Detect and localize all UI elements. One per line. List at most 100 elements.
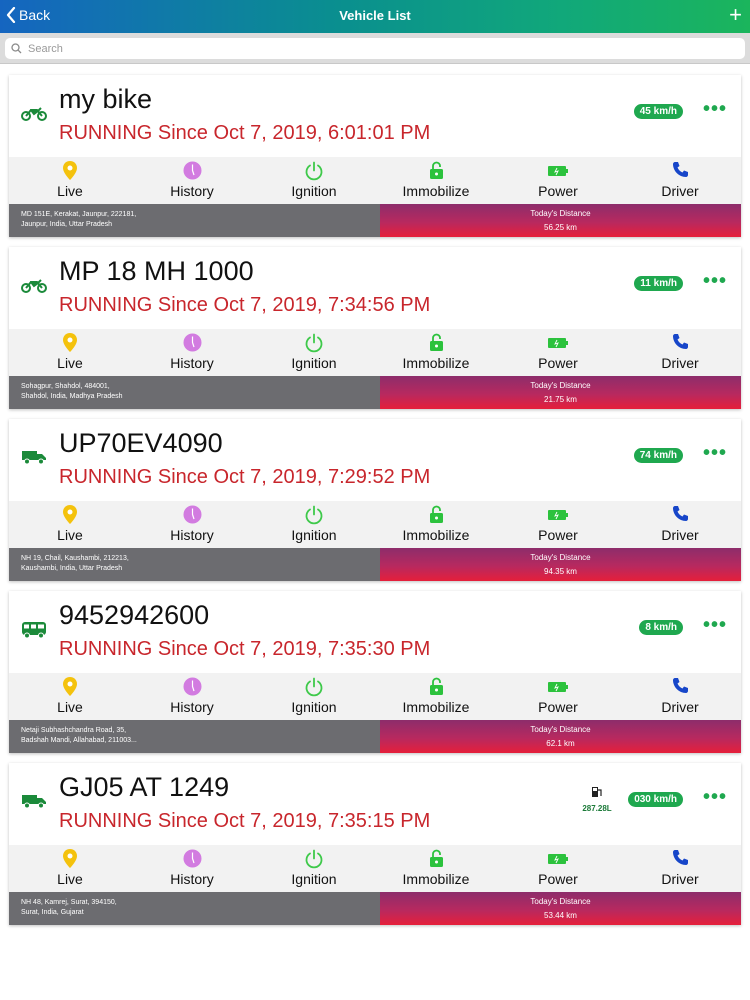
speed-badge: 030 km/h	[628, 792, 683, 807]
action-ignition[interactable]: Ignition	[253, 501, 375, 548]
action-power[interactable]: Power	[497, 157, 619, 204]
location-pin-icon	[63, 161, 77, 180]
action-power[interactable]: Power	[497, 845, 619, 892]
action-immobilize[interactable]: Immobilize	[375, 501, 497, 548]
history-clock-icon	[183, 505, 201, 524]
vehicle-status: RUNNING Since Oct 7, 2019, 7:34:56 PM	[59, 294, 431, 316]
battery-icon	[548, 854, 568, 864]
battery-icon	[548, 338, 568, 348]
battery-icon	[548, 510, 568, 520]
action-immobilize[interactable]: Immobilize	[375, 845, 497, 892]
action-live[interactable]: Live	[9, 673, 131, 720]
todays-distance: Today's Distance 56.25 km	[380, 204, 741, 237]
action-immobilize[interactable]: Immobilize	[375, 157, 497, 204]
vehicle-address: Netaji Subhashchandra Road, 35, Badshah …	[9, 720, 380, 753]
speed-badge: 11 km/h	[634, 276, 683, 291]
action-ignition[interactable]: Ignition	[253, 673, 375, 720]
action-label: Driver	[661, 699, 699, 715]
vehicle-address: Sohagpur, Shahdol, 484001, Shahdol, Indi…	[9, 376, 380, 409]
action-driver[interactable]: Driver	[619, 673, 741, 720]
phone-icon	[672, 850, 688, 865]
page-title: Vehicle List	[339, 8, 411, 23]
location-pin-icon	[63, 677, 77, 696]
search-icon	[11, 43, 22, 54]
more-options-button[interactable]: •••	[703, 443, 727, 463]
address-line-2: Jaunpur, India, Uttar Pradesh	[21, 221, 113, 228]
more-options-button[interactable]: •••	[703, 271, 727, 291]
action-driver[interactable]: Driver	[619, 329, 741, 376]
action-driver[interactable]: Driver	[619, 501, 741, 548]
speed-badge: 8 km/h	[639, 620, 683, 635]
action-immobilize[interactable]: Immobilize	[375, 329, 497, 376]
vehicle-status: RUNNING Since Oct 7, 2019, 7:35:30 PM	[59, 638, 431, 660]
action-ignition[interactable]: Ignition	[253, 329, 375, 376]
vehicle-card[interactable]: MP 18 MH 1000 RUNNING Since Oct 7, 2019,…	[9, 247, 741, 409]
action-immobilize[interactable]: Immobilize	[375, 673, 497, 720]
action-history[interactable]: History	[131, 157, 253, 204]
action-driver[interactable]: Driver	[619, 845, 741, 892]
action-history[interactable]: History	[131, 673, 253, 720]
action-history[interactable]: History	[131, 329, 253, 376]
action-bar: Live History Ignition Immobilize Power D…	[9, 157, 741, 204]
vehicle-card[interactable]: UP70EV4090 RUNNING Since Oct 7, 2019, 7:…	[9, 419, 741, 581]
action-history[interactable]: History	[131, 501, 253, 548]
action-label: Power	[538, 355, 578, 371]
motorbike-icon	[21, 277, 47, 293]
action-ignition[interactable]: Ignition	[253, 157, 375, 204]
truck-icon	[21, 793, 47, 809]
action-label: History	[170, 183, 214, 199]
action-live[interactable]: Live	[9, 845, 131, 892]
todays-distance: Today's Distance 94.35 km	[380, 548, 741, 581]
action-power[interactable]: Power	[497, 501, 619, 548]
action-history[interactable]: History	[131, 845, 253, 892]
vehicle-name: my bike	[59, 84, 153, 114]
todays-distance: Today's Distance 62.1 km	[380, 720, 741, 753]
card-footer: Netaji Subhashchandra Road, 35, Badshah …	[9, 720, 741, 753]
action-label: Driver	[661, 183, 699, 199]
vehicle-status: RUNNING Since Oct 7, 2019, 6:01:01 PM	[59, 122, 431, 144]
more-dots-icon: •••	[702, 270, 727, 292]
unlock-icon	[429, 161, 443, 179]
power-icon	[305, 161, 323, 181]
action-label: Ignition	[291, 355, 337, 371]
battery-icon	[548, 166, 568, 176]
more-dots-icon: •••	[702, 98, 727, 120]
action-live[interactable]: Live	[9, 157, 131, 204]
vehicle-address: NH 19, Chail, Kaushambi, 212213, Kausham…	[9, 548, 380, 581]
more-dots-icon: •••	[702, 442, 727, 464]
vehicle-card[interactable]: 9452942600 RUNNING Since Oct 7, 2019, 7:…	[9, 591, 741, 753]
more-dots-icon: •••	[702, 786, 727, 808]
more-options-button[interactable]: •••	[703, 787, 727, 807]
address-line-1: NH 19, Chail, Kaushambi, 212213,	[21, 555, 129, 562]
search-box[interactable]	[5, 38, 745, 59]
vehicle-name: 9452942600	[59, 600, 210, 630]
search-input[interactable]	[28, 42, 708, 55]
action-label: Live	[57, 699, 83, 715]
more-options-button[interactable]: •••	[703, 615, 727, 635]
distance-value: 62.1 km	[546, 739, 575, 748]
unlock-icon	[429, 333, 443, 351]
fuel-level: 287.28L	[581, 785, 613, 813]
action-power[interactable]: Power	[497, 329, 619, 376]
action-label: Ignition	[291, 871, 337, 887]
action-driver[interactable]: Driver	[619, 157, 741, 204]
add-vehicle-button[interactable]: +	[729, 4, 742, 26]
action-label: Power	[538, 183, 578, 199]
vehicle-card[interactable]: GJ05 AT 1249 RUNNING Since Oct 7, 2019, …	[9, 763, 741, 925]
action-ignition[interactable]: Ignition	[253, 845, 375, 892]
action-live[interactable]: Live	[9, 329, 131, 376]
action-live[interactable]: Live	[9, 501, 131, 548]
distance-label: Today's Distance	[530, 381, 591, 390]
action-power[interactable]: Power	[497, 673, 619, 720]
address-line-1: MD 151E, Kerakat, Jaunpur, 222181,	[21, 211, 137, 218]
action-label: Power	[538, 699, 578, 715]
action-label: Immobilize	[402, 699, 470, 715]
unlock-icon	[429, 849, 443, 867]
distance-value: 94.35 km	[544, 567, 577, 576]
vehicle-list: my bike RUNNING Since Oct 7, 2019, 6:01:…	[9, 75, 741, 935]
motorbike-icon	[21, 105, 47, 121]
vehicle-card[interactable]: my bike RUNNING Since Oct 7, 2019, 6:01:…	[9, 75, 741, 237]
more-options-button[interactable]: •••	[703, 99, 727, 119]
unlock-icon	[429, 677, 443, 695]
action-bar: Live History Ignition Immobilize Power D…	[9, 329, 741, 376]
